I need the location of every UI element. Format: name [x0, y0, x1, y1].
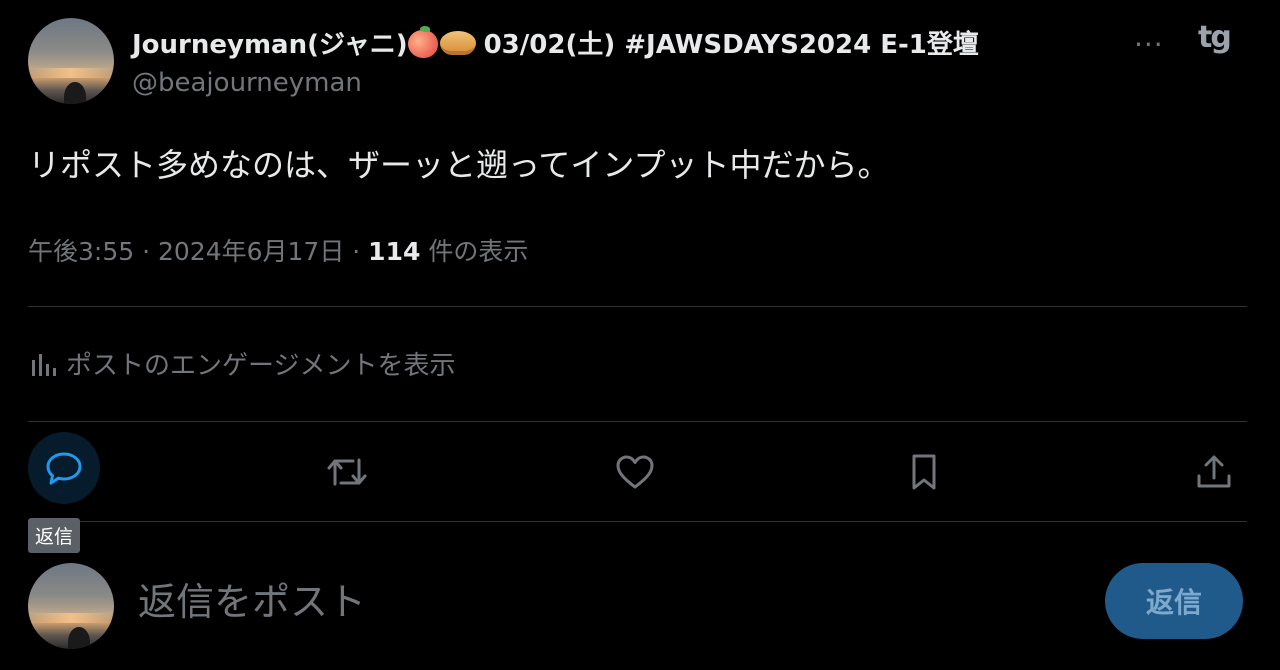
reply-button[interactable]	[28, 432, 100, 504]
app-logo[interactable]: tg	[1198, 20, 1232, 55]
avatar-sunset-glow	[28, 613, 114, 623]
author-handle[interactable]: @beajourneyman	[132, 68, 362, 98]
avatar-silhouette	[64, 82, 86, 104]
divider	[28, 521, 1247, 522]
peach-emoji-icon	[407, 26, 438, 58]
bookmark-button[interactable]	[893, 441, 955, 503]
divider	[28, 306, 1247, 307]
comment-icon	[46, 452, 82, 485]
post-text: リポスト多めなのは、ザーッと遡ってインプット中だから。	[28, 146, 890, 184]
pie-emoji-icon	[439, 31, 476, 55]
repost-icon	[327, 458, 367, 486]
repost-button[interactable]	[316, 441, 378, 503]
current-user-avatar[interactable]	[28, 563, 114, 649]
author-avatar[interactable]	[28, 18, 114, 104]
reply-input[interactable]	[136, 576, 1080, 628]
display-name-prefix: Journeyman(ジャニ)	[132, 30, 408, 60]
heart-icon	[616, 455, 654, 489]
meta-separator: ·	[134, 237, 158, 266]
more-options-icon[interactable]: ···	[1134, 28, 1164, 61]
post-date[interactable]: 2024年6月17日	[158, 237, 344, 266]
avatar-sunset-glow	[28, 68, 114, 78]
like-button[interactable]	[604, 441, 666, 503]
reply-submit-button[interactable]: 返信	[1105, 563, 1243, 639]
author-display-name[interactable]: Journeyman(ジャニ) 03/02(土) #JAWSDAYS2024 E-…	[132, 24, 979, 61]
divider	[28, 421, 1247, 422]
avatar-silhouette	[68, 627, 90, 649]
views-count: 114	[368, 237, 421, 266]
display-name-suffix: 03/02(土) #JAWSDAYS2024 E-1登壇	[483, 30, 979, 60]
view-engagement-link[interactable]: ポストのエンゲージメントを表示	[28, 345, 455, 382]
views-label: 件の表示	[428, 237, 529, 266]
engagement-label: ポストのエンゲージメントを表示	[66, 351, 456, 381]
share-icon	[1197, 455, 1231, 488]
reply-tooltip: 返信	[28, 518, 81, 553]
share-button[interactable]	[1183, 441, 1245, 503]
meta-separator: ·	[344, 237, 369, 266]
post-meta: 午後3:55 · 2024年6月17日 · 114 件の表示	[28, 232, 528, 268]
bookmark-icon	[912, 454, 936, 490]
bar-chart-icon	[28, 350, 56, 378]
post-time[interactable]: 午後3:55	[28, 237, 134, 266]
